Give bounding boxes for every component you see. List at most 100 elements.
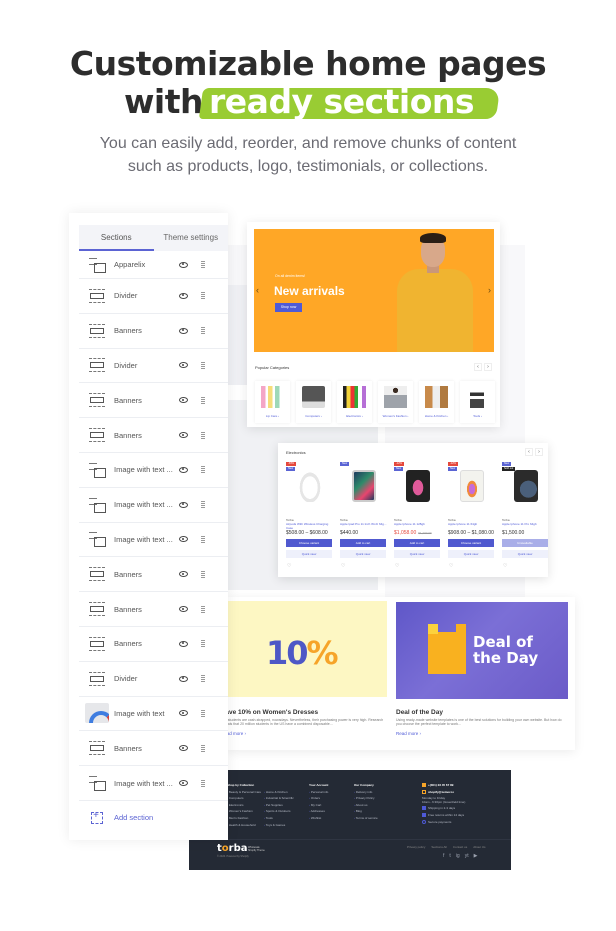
drag-handle-icon[interactable]	[201, 431, 205, 439]
footer-link[interactable]: Pet Supplies	[264, 802, 294, 809]
category-card[interactable]: Electronics ›	[337, 381, 372, 423]
youtube-icon[interactable]: yt	[465, 853, 469, 859]
product-image[interactable]	[406, 470, 430, 502]
section-item[interactable]: Image with text ...	[79, 488, 228, 523]
product-image[interactable]	[514, 470, 538, 502]
footer-link[interactable]: Sports & Outdoors	[264, 808, 294, 815]
drag-handle-icon[interactable]	[201, 292, 205, 300]
category-card[interactable]: Tools ›	[460, 381, 495, 423]
torba-logo[interactable]: torba	[217, 843, 248, 854]
footer-link[interactable]: Home & Kitchen	[264, 789, 294, 796]
product-image[interactable]	[352, 470, 376, 502]
footer-link[interactable]: Toys & Games	[264, 822, 294, 829]
hero-banner[interactable]: ‹ › On all denim items! New arrivals Sho…	[254, 229, 494, 352]
products-next-button[interactable]: ›	[535, 448, 543, 456]
drag-handle-icon[interactable]	[201, 535, 205, 543]
product-name[interactable]: Apple Iphone 11 64gb	[448, 522, 496, 526]
wishlist-heart-icon[interactable]: ♡	[503, 563, 507, 569]
footer-link[interactable]: Industrial & Scientific	[264, 795, 294, 802]
footer-link[interactable]: Privacy policy	[407, 845, 425, 849]
eye-icon[interactable]	[179, 327, 188, 334]
categories-prev-button[interactable]: ‹	[474, 363, 482, 371]
section-item[interactable]: Image with text ...	[79, 766, 228, 801]
categories-next-button[interactable]: ›	[484, 363, 492, 371]
eye-icon[interactable]	[179, 466, 188, 473]
contact-phone[interactable]: +(301) 23 45 67 89	[428, 783, 453, 787]
footer-link[interactable]: About Us	[473, 845, 485, 849]
section-item[interactable]: Banners	[79, 557, 228, 593]
category-card[interactable]: Women's Fashion ›	[378, 381, 413, 423]
footer-link[interactable]: Computers	[227, 795, 261, 802]
product-image[interactable]	[298, 470, 322, 502]
footer-link[interactable]: Privacy Policy	[354, 795, 378, 802]
drag-handle-icon[interactable]	[201, 501, 205, 509]
drag-handle-icon[interactable]	[201, 605, 205, 613]
section-item[interactable]: Banners	[79, 383, 228, 419]
drag-handle-icon[interactable]	[201, 570, 205, 578]
drag-handle-icon[interactable]	[201, 709, 205, 717]
category-card[interactable]: Computers ›	[296, 381, 331, 423]
products-prev-button[interactable]: ‹	[525, 448, 533, 456]
footer-link[interactable]: Electronics	[227, 802, 261, 809]
banner-next-arrow-icon[interactable]: ›	[488, 285, 491, 295]
contact-email[interactable]: shopify@zemez.io	[428, 790, 454, 794]
drag-handle-icon[interactable]	[201, 640, 205, 648]
footer-link[interactable]: Health & Household	[227, 822, 261, 829]
drag-handle-icon[interactable]	[201, 261, 205, 268]
drag-handle-icon[interactable]	[201, 327, 205, 335]
eye-icon[interactable]	[179, 640, 188, 647]
section-item[interactable]: Divider	[79, 349, 228, 384]
facebook-icon[interactable]: f	[443, 853, 444, 859]
instagram-icon[interactable]: ig	[456, 853, 460, 859]
eye-icon[interactable]	[179, 397, 188, 404]
footer-link[interactable]: Beauty & Personal Care	[227, 789, 261, 796]
section-item[interactable]: Image with text ...	[79, 453, 228, 488]
section-item[interactable]: Banners	[79, 418, 228, 453]
tab-sections[interactable]: Sections	[79, 225, 154, 251]
product-name[interactable]: Apple Ipad Pro 11 Inch Wi-Fi 64g...	[340, 522, 388, 526]
category-card[interactable]: Lip Care ›	[255, 381, 290, 423]
drag-handle-icon[interactable]	[201, 396, 205, 404]
footer-link[interactable]: Contact us	[453, 845, 467, 849]
product-cart-button[interactable]: Choose variant	[286, 539, 332, 547]
drag-handle-icon[interactable]	[201, 744, 205, 752]
section-item[interactable]: Banners	[79, 314, 228, 349]
eye-icon[interactable]	[179, 675, 188, 682]
product-image[interactable]	[460, 470, 484, 502]
eye-icon[interactable]	[179, 571, 188, 578]
shop-now-button[interactable]: Shop now	[275, 303, 302, 312]
footer-link[interactable]: Delivery info	[354, 789, 378, 796]
section-item[interactable]: Image with text ...	[79, 523, 228, 558]
drag-handle-icon[interactable]	[201, 675, 205, 683]
footer-link[interactable]: Women's Fashion	[227, 808, 261, 815]
eye-icon[interactable]	[179, 261, 188, 268]
footer-link[interactable]: About us	[354, 802, 378, 809]
section-item[interactable]: Divider	[79, 279, 228, 314]
product-name[interactable]: Apple Iphone 11 128gb	[394, 522, 442, 526]
section-item[interactable]: Banners	[79, 592, 228, 627]
eye-icon[interactable]	[179, 536, 188, 543]
quick-view-button[interactable]: Quick view	[394, 550, 440, 558]
blog-image-deal[interactable]: Deal of the Day	[396, 602, 568, 699]
eye-icon[interactable]	[179, 292, 188, 299]
blog-image-sale[interactable]: 10%	[226, 601, 387, 697]
product-name[interactable]: Apple Iphone 11 Pro 64gb	[502, 522, 550, 526]
footer-link[interactable]: My Cart	[309, 802, 328, 809]
add-section-button[interactable]: Add section	[79, 801, 228, 835]
section-item[interactable]: Divider	[79, 662, 228, 697]
eye-icon[interactable]	[179, 745, 188, 752]
eye-icon[interactable]	[179, 710, 188, 717]
quick-view-button[interactable]: Quick view	[340, 550, 386, 558]
quick-view-button[interactable]: Quick view	[286, 550, 332, 558]
section-item[interactable]: Banners	[79, 627, 228, 662]
wishlist-heart-icon[interactable]: ♡	[395, 563, 399, 569]
drag-handle-icon[interactable]	[201, 361, 205, 369]
banner-prev-arrow-icon[interactable]: ‹	[256, 285, 259, 295]
product-name[interactable]: Airpods With Wireless Charging Case	[286, 522, 334, 530]
footer-link[interactable]: Personal info	[309, 789, 329, 796]
blog-post-title[interactable]: Save 10% on Women's Dresses	[221, 709, 318, 716]
footer-link[interactable]: Men's Fashion	[227, 815, 261, 822]
footer-link[interactable]: Tools	[264, 815, 294, 822]
video-icon[interactable]: ▶	[474, 853, 478, 859]
section-item[interactable]: Banners	[79, 731, 228, 767]
